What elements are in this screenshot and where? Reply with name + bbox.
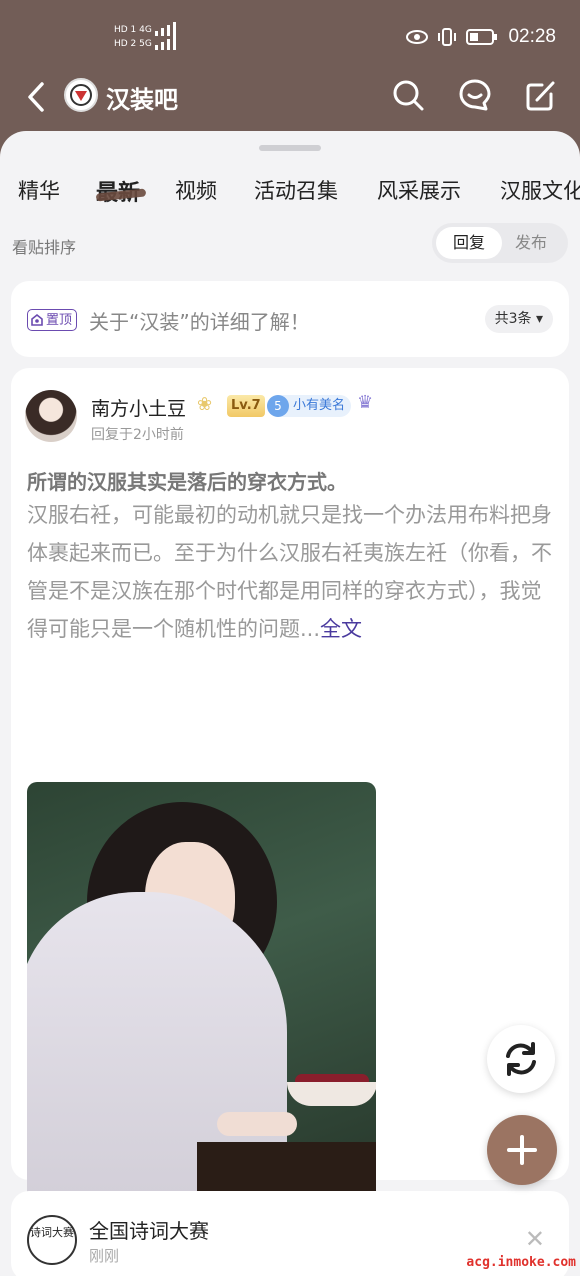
- fame-number: 5: [267, 395, 289, 417]
- sim1-label: HD 1: [114, 25, 137, 35]
- sort-label: 看贴排序: [12, 238, 77, 257]
- signal-indicators: HD 1 4G HD 2 5G: [114, 22, 185, 50]
- post-card[interactable]: 南方小土豆 ❀ Lv.7 5 小有美名 ♛ 回复于2小时前 所谓的汉服其实是落后…: [11, 368, 569, 1276]
- post-body[interactable]: 汉服右衽，可能最初的动机就只是找一个办法用布料把身体裹起来而已。至于为什么汉服右…: [27, 496, 555, 648]
- plus-icon: [507, 1135, 537, 1165]
- sort-toggle: 回复 发布: [432, 223, 568, 263]
- close-icon[interactable]: ✕: [525, 1225, 545, 1253]
- status-bar: HD 1 4G HD 2 5G 02:28: [0, 0, 580, 72]
- battery-icon: [466, 29, 498, 45]
- fame-badge: 5 小有美名: [267, 395, 352, 417]
- sim2-label: HD 2: [114, 39, 137, 49]
- image-hand-shape: [217, 1112, 297, 1136]
- search-icon[interactable]: [391, 78, 425, 112]
- user-badge-icon: ♛: [357, 392, 374, 413]
- sort-option-publish[interactable]: 发布: [498, 227, 564, 259]
- new-post-button[interactable]: [487, 1115, 557, 1185]
- tab-showcase[interactable]: 风采展示: [377, 175, 461, 205]
- post-meta: 回复于2小时前: [91, 427, 184, 443]
- flower-icon: ❀: [197, 394, 213, 415]
- forum-logo[interactable]: [64, 78, 98, 112]
- pinned-badge: 置顶: [27, 309, 78, 331]
- refresh-button[interactable]: [487, 1025, 555, 1093]
- message-icon[interactable]: [458, 78, 492, 112]
- clock: 02:28: [508, 26, 556, 47]
- next-post-time: 刚刚: [89, 1247, 120, 1265]
- edit-icon[interactable]: [524, 78, 558, 112]
- forum-title: 汉装吧: [106, 86, 178, 114]
- eye-icon: [406, 30, 429, 44]
- pinned-count-dropdown[interactable]: 共3条 ▾: [484, 305, 553, 333]
- content-sheet: 精华 最新 视频 活动召集 风采展示 汉服文化 看贴排序 回复 发布 置顶 关于…: [0, 131, 580, 1276]
- forum-header: 汉装吧: [0, 72, 580, 132]
- tab-bar: 精华 最新 视频 活动召集 风采展示 汉服文化: [0, 175, 580, 211]
- next-post-title[interactable]: 全国诗词大赛: [89, 1215, 209, 1244]
- watermark: acg.inmoke.com: [466, 1255, 576, 1270]
- forum-logo-icon: [70, 84, 92, 106]
- refresh-icon: [506, 1042, 536, 1076]
- tab-events[interactable]: 活动召集: [254, 175, 338, 205]
- caret-down-icon: ▾: [535, 311, 543, 327]
- level-badge: Lv.7: [227, 395, 265, 417]
- net1-label: 4G: [139, 25, 152, 35]
- post-title[interactable]: 所谓的汉服其实是落后的穿衣方式。: [27, 466, 347, 495]
- post-excerpt: 汉服右衽，可能最初的动机就只是找一个办法用布料把身体裹起来而已。至于为什么汉服右…: [27, 503, 552, 641]
- poetry-logo-text: 诗词大赛: [30, 1226, 74, 1239]
- pinned-post-title[interactable]: 关于“汉装”的详细了解！: [89, 306, 310, 335]
- pinned-count-label: 共3条: [494, 311, 532, 327]
- tab-culture[interactable]: 汉服文化: [500, 175, 580, 205]
- user-avatar[interactable]: [25, 390, 77, 442]
- read-more-link[interactable]: 全文: [320, 617, 362, 641]
- net2-label: 5G: [139, 39, 152, 49]
- fame-label: 小有美名: [293, 398, 346, 413]
- sheet-grip-handle[interactable]: [259, 145, 321, 151]
- signal-bars-icon: [154, 36, 176, 50]
- pinned-badge-label: 置顶: [46, 312, 73, 328]
- tab-video[interactable]: 视频: [175, 175, 217, 205]
- vibrate-icon: [438, 28, 457, 46]
- pin-icon: [31, 313, 43, 326]
- sort-option-reply[interactable]: 回复: [436, 227, 502, 259]
- tab-featured[interactable]: 精华: [18, 175, 60, 205]
- back-icon[interactable]: [22, 80, 52, 114]
- image-tray-shape: [287, 1082, 376, 1106]
- signal-bars-icon: [154, 22, 176, 36]
- poetry-contest-logo[interactable]: 诗词大赛: [27, 1215, 77, 1265]
- post-image[interactable]: [27, 782, 376, 1246]
- username[interactable]: 南方小土豆: [91, 394, 186, 421]
- pinned-post-card[interactable]: 置顶 关于“汉装”的详细了解！ 共3条 ▾: [11, 281, 569, 357]
